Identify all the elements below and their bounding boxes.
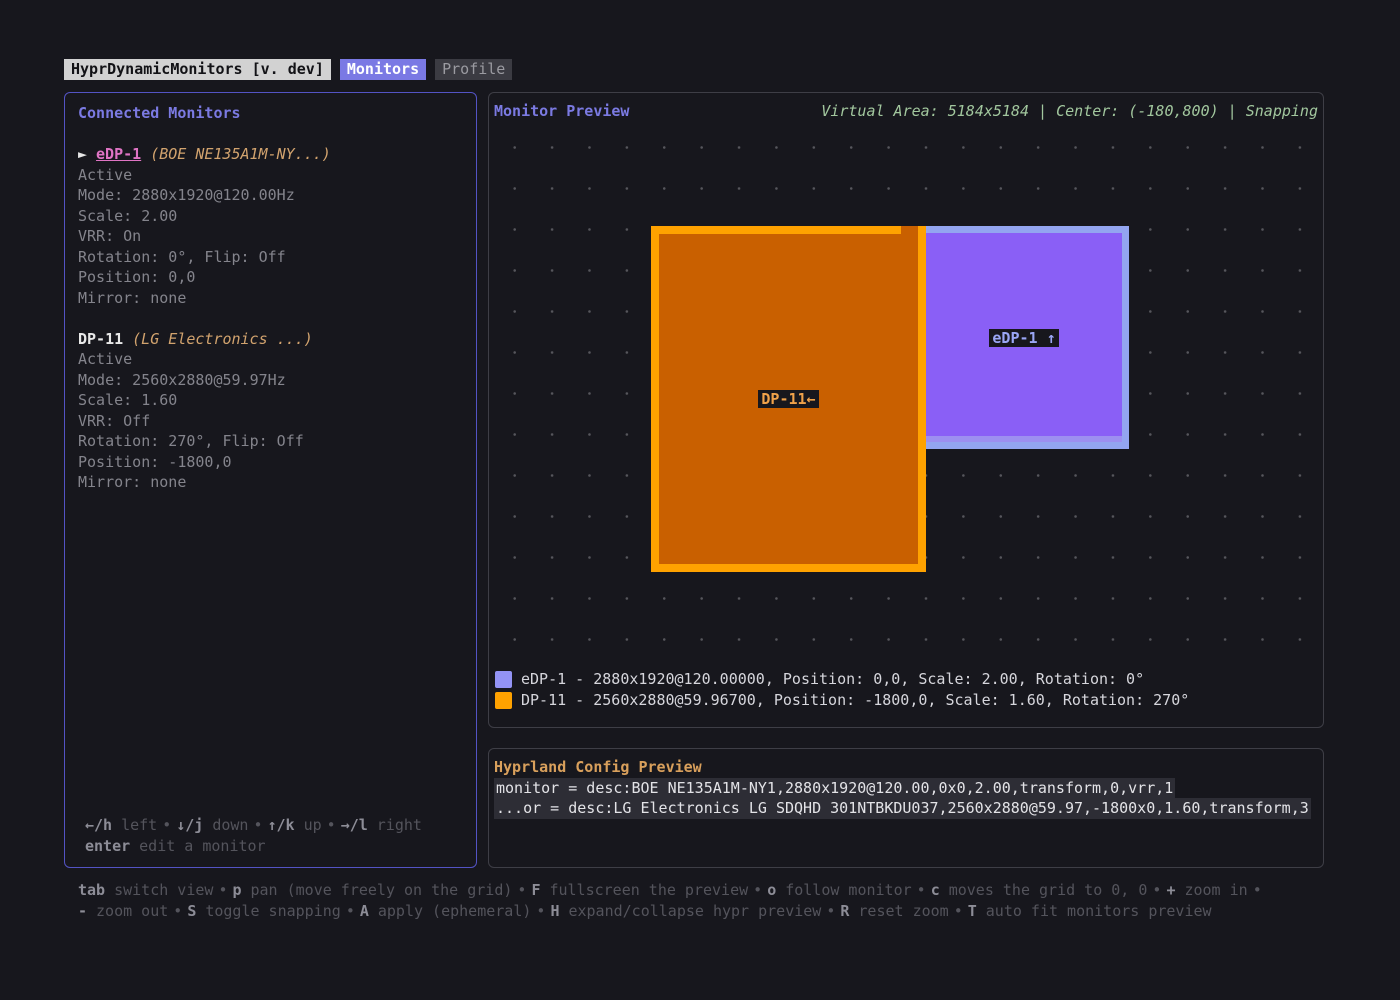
key-s: S <box>187 902 196 920</box>
bullet-separator: • <box>173 902 182 920</box>
tab-monitors[interactable]: Monitors <box>340 59 426 80</box>
bullet-separator: • <box>346 902 355 920</box>
bullet-separator: • <box>218 881 227 899</box>
monitor-preview-panel: Monitor Preview Virtual Area: 5184x5184 … <box>488 92 1324 728</box>
monitor-description: (BOE NE135A1M-NY...) <box>150 145 331 163</box>
monitor-mode: Mode: 2880x1920@120.00Hz <box>78 185 463 206</box>
key-o: o <box>767 881 776 899</box>
preview-monitor-dp11-label: DP-11← <box>758 390 818 408</box>
key-tab: tab <box>78 881 105 899</box>
key-a: A <box>360 902 369 920</box>
key-t: T <box>968 902 977 920</box>
legend-row-dp11: DP-11 - 2560x2880@59.96700, Position: -1… <box>495 690 1189 711</box>
preview-monitor-edp1-bottom-strip <box>926 436 1122 442</box>
key-f: F <box>531 881 540 899</box>
key-minus: - <box>78 902 87 920</box>
bullet-separator: • <box>826 902 835 920</box>
key-c: c <box>931 881 940 899</box>
monitor-status: Active <box>78 165 463 186</box>
bullet-separator: • <box>162 816 171 834</box>
bullet-separator: • <box>253 816 262 834</box>
tab-bar: HyprDynamicMonitors [v. dev] Monitors Pr… <box>64 59 512 80</box>
dp11-color-swatch <box>495 692 512 709</box>
hyprland-config-panel: Hyprland Config Preview monitor = desc:B… <box>488 748 1324 868</box>
config-preview-title: Hyprland Config Preview <box>494 757 1318 778</box>
monitor-description: (LG Electronics ...) <box>132 330 313 348</box>
key-enter: enter <box>85 837 130 855</box>
edp1-color-swatch <box>495 671 512 688</box>
legend-row-edp1: eDP-1 - 2880x1920@120.00000, Position: 0… <box>495 669 1189 690</box>
connected-monitors-panel: Connected Monitors ► eDP-1 (BOE NE135A1M-N… <box>64 92 477 868</box>
preview-legend: eDP-1 - 2880x1920@120.00000, Position: 0… <box>495 669 1189 710</box>
monitor-vrr: VRR: On <box>78 226 463 247</box>
list-keybind-hints: ←/hleft•↓/jdown•↑/kup•→/lright enteredit… <box>85 815 422 856</box>
preview-monitor-dp11-body: DP-11← <box>659 234 918 564</box>
monitor-scale: Scale: 1.60 <box>78 390 463 411</box>
bullet-separator: • <box>917 881 926 899</box>
bullet-separator: • <box>517 881 526 899</box>
monitor-name: DP-11 <box>78 330 123 348</box>
key-up: ↑/k <box>268 816 295 834</box>
monitor-position: Position: -1800,0 <box>78 452 463 473</box>
tab-profile[interactable]: Profile <box>435 59 512 80</box>
connected-monitors-title: Connected Monitors <box>78 103 463 124</box>
config-line-edp1: monitor = desc:BOE NE135A1M-NY1,2880x192… <box>494 778 1175 799</box>
config-line-dp11: ...or = desc:LG Electronics LG SDQHD 301… <box>494 798 1311 819</box>
app-title: HyprDynamicMonitors [v. dev] <box>64 59 331 80</box>
preview-monitor-edp1-body: eDP-1 ↑ <box>926 233 1122 442</box>
preview-monitor-edp1[interactable]: eDP-1 ↑ <box>926 226 1129 449</box>
preview-monitor-edp1-label: eDP-1 ↑ <box>989 329 1058 347</box>
key-right: →/l <box>341 816 368 834</box>
monitor-name: eDP-1 <box>96 145 141 163</box>
bullet-separator: • <box>536 902 545 920</box>
monitor-rotation: Rotation: 0°, Flip: Off <box>78 247 463 268</box>
global-keybind-help: tabswitch view•ppan (move freely on the … <box>78 880 1378 922</box>
monitor-vrr: VRR: Off <box>78 411 463 432</box>
monitor-rotation: Rotation: 270°, Flip: Off <box>78 431 463 452</box>
key-p: p <box>232 881 241 899</box>
monitor-mirror: Mirror: none <box>78 472 463 493</box>
bullet-separator: • <box>1253 881 1262 899</box>
bullet-separator: • <box>753 881 762 899</box>
monitor-scale: Scale: 2.00 <box>78 206 463 227</box>
bullet-separator: • <box>327 816 336 834</box>
key-r: R <box>840 902 849 920</box>
monitor-list-item-edp1[interactable]: ► eDP-1 (BOE NE135A1M-NY...) Active Mode: … <box>78 144 463 308</box>
key-plus: + <box>1166 881 1175 899</box>
monitor-list-item-dp11[interactable]: DP-11 (LG Electronics ...) Active Mode: 2… <box>78 329 463 493</box>
key-down: ↓/j <box>176 816 203 834</box>
monitor-preview-title: Monitor Preview <box>494 102 629 120</box>
selected-marker-icon: ► <box>78 145 87 163</box>
preview-monitor-dp11-corner <box>901 226 918 269</box>
monitor-mode: Mode: 2560x2880@59.97Hz <box>78 370 463 391</box>
key-h: H <box>550 902 559 920</box>
monitor-status: Active <box>78 349 463 370</box>
key-left: ←/h <box>85 816 112 834</box>
monitor-position: Position: 0,0 <box>78 267 463 288</box>
bullet-separator: • <box>1152 881 1161 899</box>
bullet-separator: • <box>954 902 963 920</box>
virtual-area-info: Virtual Area: 5184x5184 | Center: (-180,… <box>821 102 1318 120</box>
preview-monitor-dp11[interactable]: DP-11← <box>651 226 926 572</box>
monitor-mirror: Mirror: none <box>78 288 463 309</box>
